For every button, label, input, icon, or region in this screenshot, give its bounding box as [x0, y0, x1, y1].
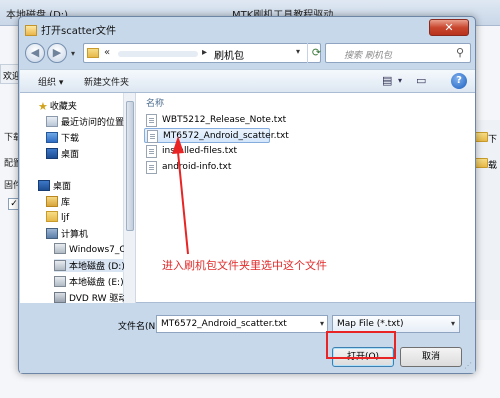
highlight-box: [326, 331, 396, 359]
arrow-line: [177, 151, 189, 255]
arrow-head: [172, 136, 184, 154]
annotation-text: 进入刷机包文件夹里选中这个文件: [162, 259, 327, 272]
annotation-arrow: [172, 136, 189, 255]
